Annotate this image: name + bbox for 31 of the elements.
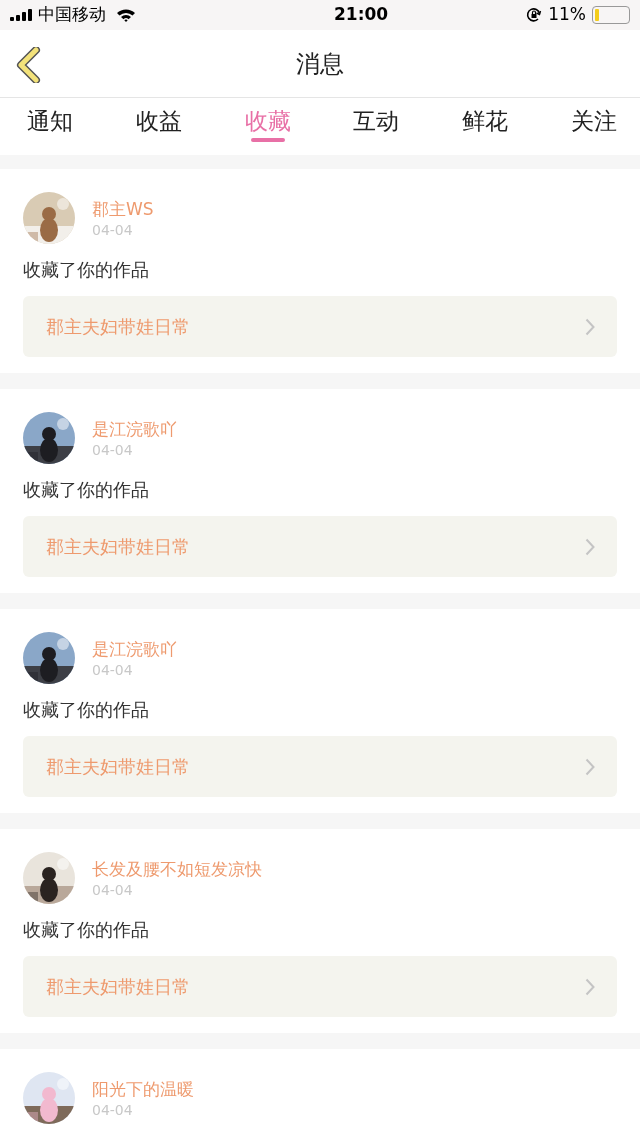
signal-icon — [10, 9, 34, 21]
chevron-right-icon — [585, 757, 595, 776]
battery-percent: 11% — [548, 3, 586, 27]
work-link[interactable]: 郡主夫妇带娃日常 — [23, 516, 617, 577]
user-name[interactable]: 阳光下的温暖 — [92, 1078, 194, 1100]
work-link[interactable]: 郡主夫妇带娃日常 — [23, 736, 617, 797]
tab[interactable]: 通知 — [0, 98, 102, 155]
chevron-right-icon — [585, 537, 595, 556]
tab[interactable]: 收藏 — [215, 98, 320, 155]
user-name[interactable]: 是江浣歌吖 — [92, 418, 177, 440]
carrier-name: 中国移动 — [38, 3, 106, 27]
user-name[interactable]: 郡主WS — [92, 198, 154, 220]
wifi-icon — [116, 8, 136, 22]
chevron-right-icon — [585, 317, 595, 336]
tab[interactable]: 关注 — [542, 98, 640, 155]
chevron-right-icon — [585, 977, 595, 996]
tab[interactable]: 鲜花 — [433, 98, 538, 155]
work-link[interactable]: 郡主夫妇带娃日常 — [23, 956, 617, 1017]
clock-time: 21:00 — [334, 3, 389, 27]
action-text: 收藏了你的作品 — [23, 478, 150, 502]
work-link[interactable]: 郡主夫妇带娃日常 — [23, 296, 617, 357]
user-name[interactable]: 长发及腰不如短发凉快 — [92, 858, 262, 880]
page-title: 消息 — [296, 48, 344, 80]
action-text: 收藏了你的作品 — [23, 918, 150, 942]
rotation-lock-icon — [526, 7, 543, 23]
user-name[interactable]: 是江浣歌吖 — [92, 638, 177, 660]
tab[interactable]: 互动 — [324, 98, 429, 155]
tab[interactable]: 收益 — [106, 98, 211, 155]
action-text: 收藏了你的作品 — [23, 258, 150, 282]
action-text: 收藏了你的作品 — [23, 698, 150, 722]
battery-icon — [592, 6, 630, 24]
